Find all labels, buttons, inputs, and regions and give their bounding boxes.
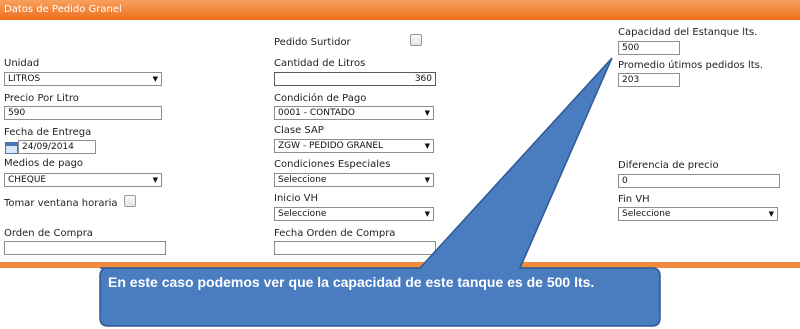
callout-text: En este caso podemos ver que la capacida… xyxy=(108,274,595,290)
